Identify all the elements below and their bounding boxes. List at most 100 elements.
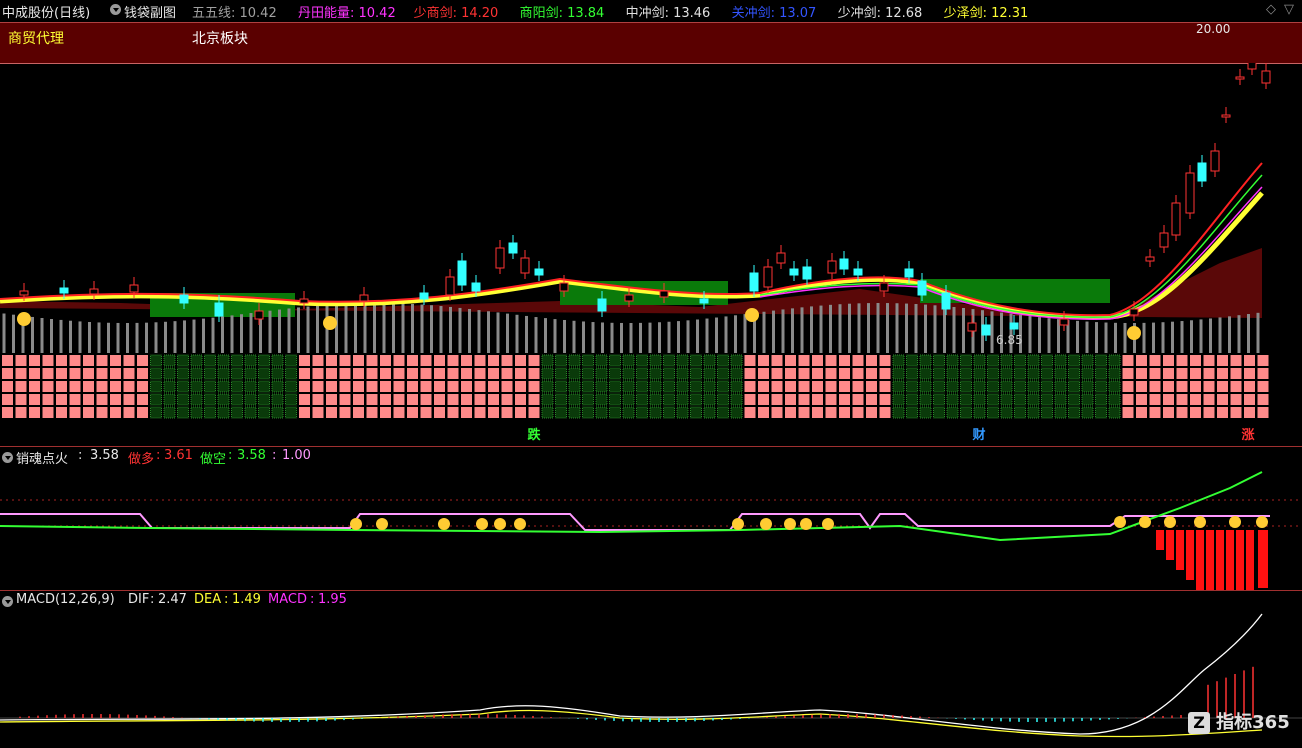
signal-cell <box>771 381 783 392</box>
signal-cell <box>987 380 999 393</box>
signal-cell <box>474 355 486 366</box>
candle <box>508 242 518 254</box>
signal-cell <box>879 381 891 392</box>
indicator-menu-icon[interactable] <box>110 4 121 15</box>
signal-cell <box>1163 381 1174 392</box>
signal-cell <box>353 368 364 379</box>
signal-cell <box>690 406 702 419</box>
signal-cell <box>730 354 743 367</box>
signal-cell <box>69 407 81 418</box>
signal-cell <box>461 407 472 418</box>
signal-cell <box>1203 355 1215 366</box>
signal-cell <box>595 367 608 380</box>
signal-cell <box>1122 368 1134 379</box>
signal-cell <box>1081 393 1094 406</box>
signal-cell <box>1122 355 1134 366</box>
ma-legend-item: 五五线: 10.42 <box>192 6 277 21</box>
signal-cell <box>271 367 284 380</box>
macd-name[interactable]: MACD(12,26,9) <box>16 592 115 607</box>
signal-cell <box>528 407 540 418</box>
signal-cell <box>420 368 432 379</box>
money-bag-icon <box>745 308 759 322</box>
candle <box>1145 256 1155 262</box>
signal-cell <box>339 368 351 379</box>
marker-wealth: 财 <box>972 428 986 443</box>
signal-cell <box>1257 355 1269 366</box>
signal-cell <box>1257 407 1269 418</box>
signal-cell <box>1027 354 1040 367</box>
signal-cell <box>879 355 891 366</box>
sector-band: 商贸代理 北京板块 <box>0 22 1302 64</box>
signal-cell <box>1163 355 1174 366</box>
expand-triangle-icon[interactable]: ▽ <box>1284 2 1294 17</box>
signal-cell <box>717 393 729 406</box>
signal-cell <box>1014 406 1026 419</box>
signal-cell <box>56 394 67 405</box>
signal-cell <box>568 393 581 406</box>
collapse-diamond-icon[interactable]: ◇ <box>1266 2 1276 17</box>
panel-divider[interactable] <box>0 446 1302 447</box>
signal-cell <box>110 355 121 366</box>
signal-cell <box>123 394 135 405</box>
signal-cell <box>933 354 945 367</box>
signal-cell <box>515 355 526 366</box>
signal-cell <box>1068 354 1080 367</box>
signal-cell <box>1176 394 1188 405</box>
candle <box>1197 162 1207 182</box>
signal-cell <box>15 381 27 392</box>
signal-cell <box>609 367 621 380</box>
candle <box>1171 202 1181 236</box>
signal-cell <box>919 393 932 406</box>
signal-cell <box>15 355 27 366</box>
money-bag-icon <box>1229 516 1241 528</box>
signal-cell <box>339 407 351 418</box>
signal-cell <box>110 381 121 392</box>
indicator-name[interactable]: 钱袋副图 <box>124 2 176 21</box>
signal-cell <box>1041 393 1053 406</box>
signal-cell <box>190 380 203 393</box>
signal-cell <box>353 381 364 392</box>
signal-cell <box>123 368 135 379</box>
candlestick-chart[interactable] <box>0 63 1302 448</box>
signal-cell <box>622 406 635 419</box>
signal-cell <box>1027 406 1040 419</box>
signal-cell <box>798 368 810 379</box>
signal-cell <box>244 393 257 406</box>
panel-divider[interactable] <box>0 590 1302 591</box>
macd-menu-icon[interactable] <box>2 596 13 607</box>
signal-cell <box>555 380 567 393</box>
money-bag-icon <box>1127 326 1141 340</box>
ignition-indicator-chart[interactable] <box>0 468 1302 590</box>
signal-cell <box>703 380 716 393</box>
signal-cell <box>676 406 689 419</box>
signal-cell <box>906 380 918 393</box>
signal-cell <box>217 393 230 406</box>
signal-cell <box>839 407 850 418</box>
money-bag-icon <box>822 518 834 530</box>
red-bar <box>1166 530 1174 560</box>
signal-cell <box>622 354 635 367</box>
signal-cell <box>110 407 121 418</box>
signal-cell <box>488 394 499 405</box>
region-label[interactable]: 北京板块 <box>192 28 248 48</box>
signal-cell <box>1000 367 1013 380</box>
industry-label[interactable]: 商贸代理 <box>8 28 64 48</box>
signal-cell <box>528 368 540 379</box>
signal-cell <box>1176 368 1188 379</box>
signal-cell <box>1230 407 1242 418</box>
signal-cell <box>676 367 689 380</box>
candle <box>495 247 505 269</box>
signal-cell <box>96 368 108 379</box>
panel2-menu-icon[interactable] <box>2 452 13 463</box>
signal-cell <box>393 355 405 366</box>
stock-title[interactable]: 中成股份(日线) <box>2 2 90 21</box>
signal-cell <box>1230 355 1242 366</box>
ma-legend-item: 丹田能量: 10.42 <box>298 6 396 21</box>
macd-chart[interactable] <box>0 610 1302 746</box>
signal-cell <box>1014 354 1026 367</box>
signal-cell <box>137 407 148 418</box>
signal-cell <box>892 380 905 393</box>
signal-cell <box>42 368 54 379</box>
signal-cell <box>1081 354 1094 367</box>
panel2-name[interactable]: 销魂点火 <box>16 448 68 467</box>
